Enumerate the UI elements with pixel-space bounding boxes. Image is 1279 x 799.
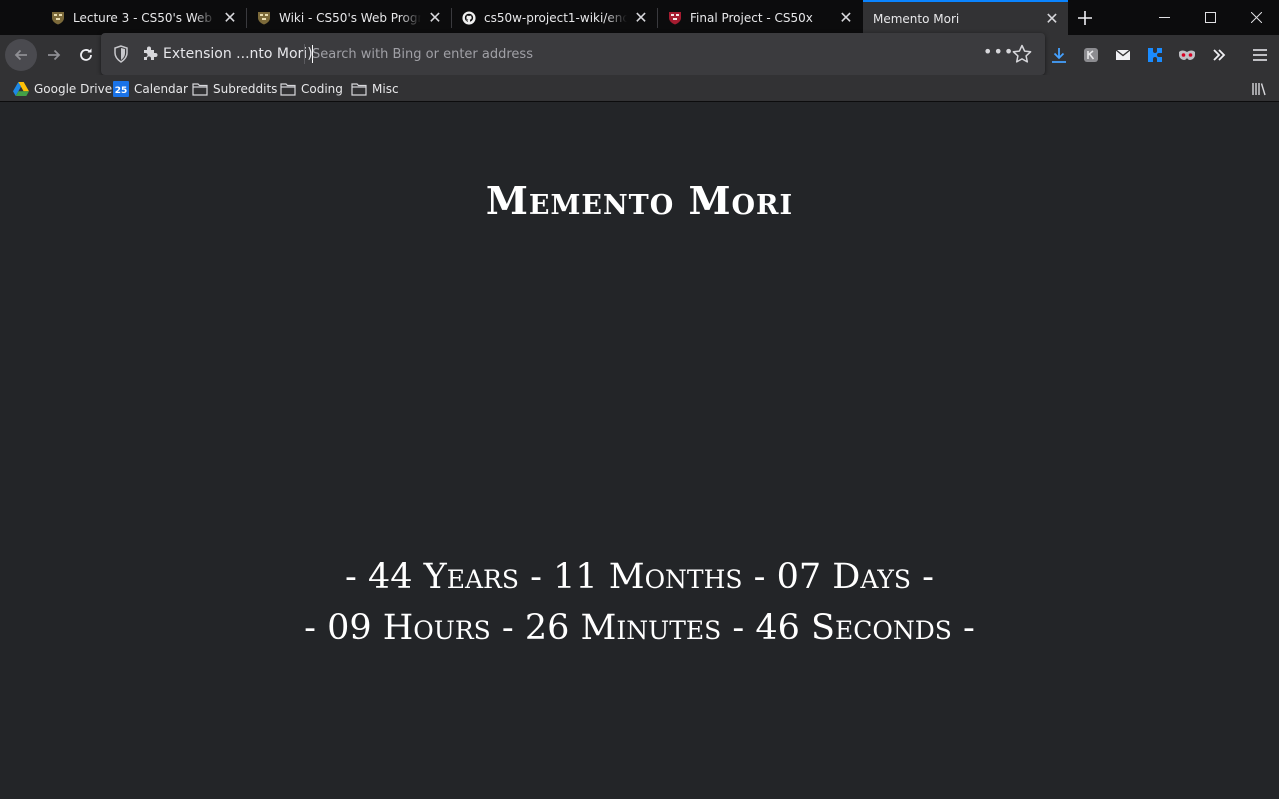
mail-icon — [1115, 49, 1131, 60]
tab-title: cs50w-project1-wiki/encyclopedia — [484, 11, 627, 25]
maximize-icon — [1204, 12, 1216, 23]
folder-icon — [192, 81, 208, 97]
library-icon — [1251, 81, 1267, 97]
mask-icon — [1179, 50, 1195, 60]
mail-extension-button[interactable] — [1111, 43, 1135, 67]
double-chevron-right-icon — [1213, 49, 1226, 61]
plus-icon — [1078, 11, 1092, 25]
bookmark-folder-misc[interactable]: Misc — [351, 79, 399, 99]
tab-title: Lecture 3 - CS50's Web Programming with … — [73, 11, 216, 25]
close-icon[interactable]: ✕ — [222, 10, 238, 26]
tab-memento-mori[interactable]: Memento Mori ✕ — [863, 0, 1068, 35]
bookmark-star-icon[interactable] — [1011, 43, 1033, 65]
tab-lecture-3[interactable]: Lecture 3 - CS50's Web Programming with … — [41, 1, 246, 35]
bookmarks-toolbar: Google Drive 25 Calendar Subreddits Codi… — [0, 75, 1279, 102]
tab-wiki[interactable]: Wiki - CS50's Web Programming with Pytho… — [247, 1, 451, 35]
tab-title: Wiki - CS50's Web Programming with Pytho… — [279, 11, 421, 25]
folder-icon — [351, 81, 367, 97]
more-icon: ••• — [983, 42, 1015, 61]
countdown-time-line: - 09 Hours - 26 Minutes - 46 Seconds - — [304, 608, 975, 648]
reload-icon — [80, 48, 92, 61]
extension-label: Extension ...nto Mori) — [163, 46, 313, 62]
calendar-icon: 25 — [113, 81, 129, 97]
library-button[interactable] — [1251, 79, 1272, 99]
close-icon[interactable]: ✕ — [427, 10, 443, 26]
harvard-shield-icon — [51, 11, 65, 25]
close-icon[interactable]: ✕ — [838, 10, 854, 26]
folder-icon — [280, 81, 296, 97]
bookmark-folder-subreddits[interactable]: Subreddits — [192, 79, 277, 99]
bookmark-google-drive[interactable]: Google Drive — [13, 79, 112, 99]
bookmark-label: Google Drive — [34, 82, 113, 96]
extension-k-icon — [1084, 48, 1098, 62]
bookmark-label: Subreddits — [213, 82, 278, 96]
harvard-shield-icon — [257, 11, 271, 25]
maximize-button[interactable] — [1187, 0, 1233, 35]
close-window-button[interactable] — [1233, 0, 1279, 35]
bookmark-calendar[interactable]: 25 Calendar — [113, 79, 188, 99]
overflow-menu-button[interactable] — [1207, 43, 1231, 67]
google-drive-icon — [13, 81, 29, 97]
shield-icon[interactable] — [113, 45, 129, 63]
bookmark-label: Calendar — [134, 82, 188, 96]
forward-button[interactable] — [38, 39, 70, 71]
tab-title: Final Project - CS50x — [690, 11, 813, 25]
app-menu-button[interactable] — [1248, 43, 1272, 67]
extension-button[interactable] — [1079, 43, 1103, 67]
bookmark-label: Coding — [301, 82, 343, 96]
back-button[interactable] — [5, 39, 37, 71]
svg-text:25: 25 — [115, 86, 128, 96]
download-icon — [1052, 48, 1066, 63]
puzzle-extension-button[interactable] — [1143, 43, 1167, 67]
tab-strip: Lecture 3 - CS50's Web Programming with … — [0, 0, 1279, 35]
harvard-shield-red-icon — [668, 11, 682, 25]
minimize-icon — [1158, 17, 1170, 18]
close-icon[interactable]: ✕ — [1044, 10, 1060, 27]
close-icon — [1250, 12, 1262, 23]
arrow-right-icon — [48, 49, 61, 61]
bookmark-label: Misc — [372, 82, 399, 96]
puzzle-piece-icon — [1148, 48, 1162, 62]
page-actions-button[interactable]: ••• — [983, 43, 1013, 65]
address-bar[interactable]: Extension ...nto Mori) ••• — [101, 33, 1045, 75]
tab-title: Memento Mori — [873, 11, 960, 26]
tab-final-project[interactable]: Final Project - CS50x ✕ — [658, 1, 862, 35]
new-tab-button[interactable] — [1072, 5, 1098, 31]
url-input[interactable] — [312, 42, 952, 66]
hamburger-menu-icon — [1253, 49, 1267, 61]
minimize-button[interactable] — [1141, 0, 1187, 35]
privacy-extension-button[interactable] — [1175, 43, 1199, 67]
github-icon — [462, 11, 476, 25]
downloads-button[interactable] — [1047, 43, 1071, 67]
divider — [304, 44, 305, 64]
countdown-date-line: - 44 Years - 11 Months - 07 Days - — [345, 557, 934, 597]
extension-identity-chip[interactable]: Extension ...nto Mori) — [141, 41, 313, 67]
puzzle-piece-icon — [144, 46, 158, 60]
bookmark-folder-coding[interactable]: Coding — [280, 79, 343, 99]
page-title: Memento Mori — [485, 178, 794, 223]
close-icon[interactable]: ✕ — [633, 10, 649, 26]
page-content: Memento Mori - 44 Years - 11 Months - 07… — [0, 102, 1279, 799]
tab-github-project[interactable]: cs50w-project1-wiki/encyclopedia ✕ — [452, 1, 657, 35]
arrow-left-icon — [14, 49, 27, 61]
reload-button[interactable] — [70, 39, 102, 71]
